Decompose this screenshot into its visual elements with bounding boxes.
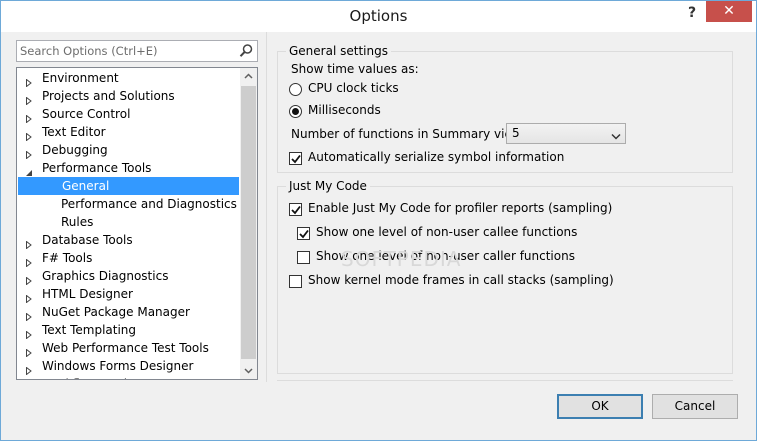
close-button[interactable]: ✕ xyxy=(706,1,752,22)
tree-item-label: General xyxy=(62,179,110,193)
scroll-down-arrow-icon[interactable] xyxy=(240,362,257,379)
tree-item-label: Rules xyxy=(61,215,94,229)
tree-item[interactable]: Graphics Diagnostics xyxy=(17,267,239,286)
tree-item-label: NuGet Package Manager xyxy=(42,305,190,319)
bottom-separator xyxy=(277,380,733,381)
tree-item[interactable]: Rules xyxy=(17,213,239,231)
tree-item[interactable]: Text Templating xyxy=(17,321,239,340)
collapsed-arrow-icon[interactable] xyxy=(25,74,33,88)
pane-divider xyxy=(266,32,267,382)
collapsed-arrow-icon[interactable] xyxy=(25,326,33,340)
title-bar[interactable]: Options ? ✕ xyxy=(1,1,756,32)
tree-item-label: Source Control xyxy=(42,107,131,121)
tree-item[interactable]: HTML Designer xyxy=(17,285,239,304)
caller-checkbox[interactable] xyxy=(297,251,310,264)
collapsed-arrow-icon[interactable] xyxy=(25,110,33,124)
callee-checkbox[interactable] xyxy=(297,227,310,240)
tree-item-label: Environment xyxy=(42,71,119,85)
tree-item[interactable]: Source Control xyxy=(17,105,239,124)
search-icon[interactable] xyxy=(238,43,254,59)
auto-serialize-checkbox[interactable] xyxy=(289,152,302,165)
kernel-frames-checkbox[interactable] xyxy=(289,275,302,288)
tree-item-label: Windows Forms Designer xyxy=(42,359,194,373)
tree-item-label: F# Tools xyxy=(42,251,93,265)
tree-item[interactable]: Database Tools xyxy=(17,231,239,250)
cpu-ticks-label[interactable]: CPU clock ticks xyxy=(308,81,399,95)
tree-item[interactable]: General xyxy=(18,177,239,195)
search-input[interactable] xyxy=(17,41,231,61)
dialog-title: Options xyxy=(349,7,408,25)
enable-jmc-checkbox[interactable] xyxy=(289,203,302,216)
tree-list: Environment Projects and Solutions Source … xyxy=(17,69,239,379)
softpedia-watermark: SOFTPEDIA xyxy=(341,247,462,271)
tree-item-label: Projects and Solutions xyxy=(42,89,175,103)
options-dialog: Options ? ✕ Environment Projects and Solu… xyxy=(0,0,757,441)
collapsed-arrow-icon[interactable] xyxy=(25,308,33,322)
callee-label[interactable]: Show one level of non-user callee functi… xyxy=(316,225,577,239)
tree-item-label: HTML Designer xyxy=(42,287,133,301)
tree-item[interactable]: Environment xyxy=(17,69,239,88)
tree-item-label: Workflow Designer xyxy=(42,375,155,379)
milliseconds-radio[interactable] xyxy=(289,105,302,118)
tree-scrollbar[interactable] xyxy=(240,68,257,379)
collapsed-arrow-icon[interactable] xyxy=(25,146,33,160)
tree-item-label: Web Performance Test Tools xyxy=(42,341,209,355)
tree-item-label: Text Editor xyxy=(42,125,106,139)
chevron-down-icon xyxy=(611,130,621,144)
cpu-ticks-radio[interactable] xyxy=(289,83,302,96)
tree-item-label: Performance Tools xyxy=(42,161,152,175)
collapsed-arrow-icon[interactable] xyxy=(25,362,33,376)
num-functions-label: Number of functions in Summary view: xyxy=(291,127,526,141)
tree-item[interactable]: Performance Tools xyxy=(17,159,239,177)
collapsed-arrow-icon[interactable] xyxy=(25,236,33,250)
options-tree[interactable]: Environment Projects and Solutions Source … xyxy=(16,67,258,380)
general-settings-group: General settings Show time values as: CP… xyxy=(277,44,733,173)
tree-item[interactable]: Debugging xyxy=(17,141,239,160)
collapsed-arrow-icon[interactable] xyxy=(25,128,33,142)
cancel-button[interactable]: Cancel xyxy=(652,394,738,419)
auto-serialize-label[interactable]: Automatically serialize symbol informati… xyxy=(308,150,564,164)
ok-button[interactable]: OK xyxy=(557,394,643,419)
tree-item[interactable]: F# Tools xyxy=(17,249,239,268)
tree-item[interactable]: Performance and Diagnostics xyxy=(17,195,239,213)
help-button[interactable]: ? xyxy=(681,4,703,24)
tree-item[interactable]: Text Editor xyxy=(17,123,239,142)
tree-item-label: Text Templating xyxy=(42,323,137,337)
tree-item[interactable]: Workflow Designer xyxy=(17,375,239,379)
num-functions-value: 5 xyxy=(512,126,520,140)
kernel-frames-label[interactable]: Show kernel mode frames in call stacks (… xyxy=(308,273,614,287)
tree-item-label: Performance and Diagnostics xyxy=(61,197,237,211)
tree-item[interactable]: NuGet Package Manager xyxy=(17,303,239,322)
collapsed-arrow-icon[interactable] xyxy=(25,254,33,268)
tree-item[interactable]: Web Performance Test Tools xyxy=(17,339,239,358)
tree-item[interactable]: Projects and Solutions xyxy=(17,87,239,106)
collapsed-arrow-icon[interactable] xyxy=(25,92,33,106)
just-my-code-group: Just My Code Enable Just My Code for pro… xyxy=(277,179,733,374)
collapsed-arrow-icon[interactable] xyxy=(25,290,33,304)
enable-jmc-label[interactable]: Enable Just My Code for profiler reports… xyxy=(308,201,612,215)
search-box[interactable] xyxy=(16,40,258,62)
tree-item[interactable]: Windows Forms Designer xyxy=(17,357,239,376)
milliseconds-label[interactable]: Milliseconds xyxy=(308,103,381,117)
general-settings-title: General settings xyxy=(286,44,391,58)
expanded-arrow-icon[interactable] xyxy=(25,164,33,176)
tree-item-label: Graphics Diagnostics xyxy=(42,269,169,283)
collapsed-arrow-icon[interactable] xyxy=(25,272,33,286)
time-values-label: Show time values as: xyxy=(291,62,419,76)
dialog-body: Environment Projects and Solutions Source … xyxy=(1,32,756,440)
scroll-thumb[interactable] xyxy=(241,86,256,359)
scroll-up-arrow-icon[interactable] xyxy=(240,68,257,85)
tree-item-label: Database Tools xyxy=(42,233,133,247)
just-my-code-title: Just My Code xyxy=(286,179,370,193)
num-functions-select[interactable]: 5 xyxy=(506,123,626,144)
collapsed-arrow-icon[interactable] xyxy=(25,344,33,358)
tree-item-label: Debugging xyxy=(42,143,108,157)
